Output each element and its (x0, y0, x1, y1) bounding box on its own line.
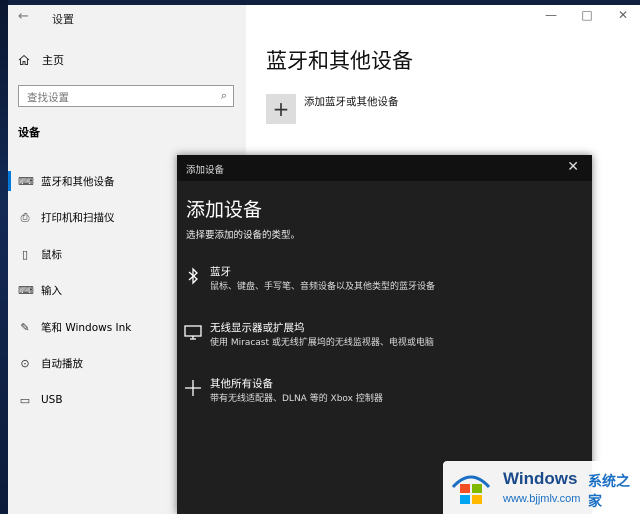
sidebar-item-label: 自动播放 (41, 358, 83, 371)
minimize-button[interactable]: — (544, 8, 558, 22)
option-title: 无线显示器或扩展坞 (210, 322, 305, 334)
page-title: 蓝牙和其他设备 (266, 49, 413, 73)
dialog-subtitle: 选择要添加的设备的类型。 (186, 230, 301, 241)
sidebar-item-label: 鼠标 (41, 248, 62, 261)
dialog-title-bar: 添加设备 ✕ (177, 155, 592, 181)
section-title: 设备 (18, 126, 40, 139)
add-device-button[interactable]: + 添加蓝牙或其他设备 (266, 94, 399, 124)
search-input[interactable] (19, 89, 215, 107)
pen-icon: ✎ (20, 320, 30, 334)
option-other-devices[interactable]: 其他所有设备 带有无线适配器、DLNA 等的 Xbox 控制器 (177, 376, 592, 412)
search-box[interactable]: ⌕ (18, 85, 234, 107)
close-button[interactable]: ✕ (616, 8, 630, 22)
bluetooth-icon (188, 267, 198, 285)
home-icon (18, 54, 30, 65)
plus-icon (185, 380, 201, 396)
option-title: 蓝牙 (210, 266, 231, 278)
sidebar-item-label: 打印机和扫描仪 (41, 212, 115, 225)
keyboard-icon: ⌨ (18, 284, 34, 298)
sidebar-item-label: USB (41, 394, 63, 407)
mouse-icon: ▯ (21, 247, 29, 261)
window-title: 设置 (52, 13, 74, 26)
dialog-bar-title: 添加设备 (186, 165, 225, 176)
option-desc: 鼠标、键盘、手写笔、音频设备以及其他类型的蓝牙设备 (210, 282, 436, 292)
printer-icon: ⎙ (20, 210, 30, 224)
watermark-brand: Windows (503, 469, 578, 488)
option-wireless-display[interactable]: 无线显示器或扩展坞 使用 Miracast 或无线扩展坞的无线监视器、电视或电脑 (177, 320, 592, 356)
sidebar-item-label: 输入 (41, 285, 62, 298)
option-desc: 带有无线适配器、DLNA 等的 Xbox 控制器 (210, 394, 383, 404)
back-arrow-icon[interactable]: ← (18, 9, 29, 24)
sidebar-item-home[interactable]: 主页 (18, 52, 64, 68)
maximize-button[interactable]: □ (580, 8, 594, 22)
sidebar-item-label: 笔和 Windows Ink (41, 321, 132, 334)
add-device-label: 添加蓝牙或其他设备 (304, 95, 399, 108)
autoplay-icon: ⊙ (20, 357, 30, 371)
dialog-close-icon[interactable]: ✕ (567, 159, 579, 175)
plus-icon: + (266, 94, 296, 124)
home-label: 主页 (42, 54, 64, 67)
option-bluetooth[interactable]: 蓝牙 鼠标、键盘、手写笔、音频设备以及其他类型的蓝牙设备 (177, 264, 592, 300)
windows-logo-icon (451, 475, 491, 504)
desktop-background-left (0, 0, 8, 514)
option-title: 其他所有设备 (210, 378, 273, 390)
sidebar-item-label: 蓝牙和其他设备 (41, 175, 115, 188)
search-icon[interactable]: ⌕ (221, 89, 227, 103)
usb-icon: ▭ (19, 393, 31, 407)
watermark: Windows 系统之家 www.bjjmlv.com (443, 461, 640, 514)
dialog-heading: 添加设备 (186, 199, 263, 221)
watermark-brand-cn: 系统之家 (588, 474, 630, 510)
watermark-url: www.bjjmlv.com (503, 493, 581, 505)
option-desc: 使用 Miracast 或无线扩展坞的无线监视器、电视或电脑 (210, 338, 434, 348)
title-bar: ← 设置 (8, 5, 246, 31)
window-controls: — □ ✕ (544, 8, 630, 22)
bluetooth-devices-icon: ⌨ (18, 174, 34, 188)
monitor-icon (184, 325, 202, 340)
